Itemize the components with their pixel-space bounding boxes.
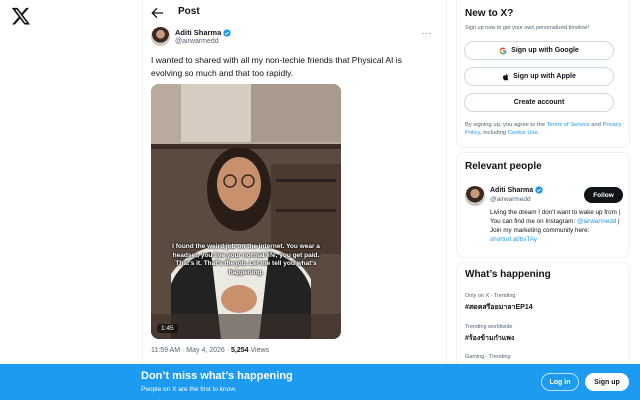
relevant-person-bio: Living the dream I don't want to wake up…	[490, 208, 626, 244]
video-duration: 1:45	[157, 324, 178, 333]
author-name-row[interactable]: Aditi Sharma	[175, 28, 231, 37]
view-count: 5,254	[231, 347, 249, 354]
google-signup-label: Sign up with Google	[511, 47, 579, 54]
relevant-person-name-row[interactable]: Aditi Sharma	[490, 186, 543, 194]
tweet-meta: 11:59 AM · May 4, 2026 · 5,254 Views	[151, 347, 269, 354]
bio-instagram-link[interactable]: @airwarmedd	[577, 218, 616, 225]
trend-item[interactable]: #สดคสรีอยมาลาEP14	[465, 302, 533, 313]
relevant-person-name[interactable]: Aditi Sharma	[490, 187, 533, 194]
author-name[interactable]: Aditi Sharma	[175, 28, 221, 37]
new-to-x-card: New to X? Sign up now to get your own pe…	[456, 0, 630, 148]
terms-text: .	[537, 130, 540, 136]
terms-of-service-link[interactable]: Terms of Service	[546, 122, 589, 128]
tweet-timestamp[interactable]: 11:59 AM · May 4, 2026 ·	[151, 347, 231, 354]
video-player[interactable]: I found the weird job on the internet. Y…	[151, 84, 341, 339]
terms-text: and	[589, 122, 603, 128]
x-logo-icon[interactable]	[11, 6, 31, 26]
trend-context: Gaming · Trending	[465, 354, 511, 360]
bio-community-link[interactable]: shorturl.at/bsTAy	[490, 236, 537, 243]
follow-button[interactable]: Follow	[584, 187, 623, 203]
author-avatar[interactable]	[151, 27, 170, 46]
whats-happening-title: What’s happening	[465, 269, 551, 280]
tweet-text: I wanted to shared with all my non-techi…	[151, 55, 402, 78]
cookie-use-link[interactable]: Cookie Use	[508, 130, 538, 136]
left-nav	[0, 0, 142, 400]
login-button[interactable]: Log in	[541, 373, 579, 391]
author-handle[interactable]: @airwarmedd	[175, 38, 219, 45]
banner-subtitle: People on X are the first to know.	[141, 386, 237, 393]
terms-text: By signing up, you agree to the	[465, 122, 547, 128]
relevant-people-card: Relevant people Aditi Sharma @airwarmedd…	[456, 152, 630, 258]
post-header: Post	[143, 0, 446, 26]
relevant-people-title: Relevant people	[465, 161, 542, 172]
signup-button[interactable]: Sign up	[585, 373, 629, 391]
video-frame	[151, 84, 341, 339]
apple-signup-button[interactable]: Sign up with Apple	[464, 67, 614, 86]
relevant-person-handle[interactable]: @airwarmedd	[490, 196, 531, 203]
trend-context: Only on X · Trending	[465, 293, 516, 299]
google-icon	[499, 47, 507, 54]
create-account-button[interactable]: Create account	[464, 93, 614, 112]
terms-text: , including	[480, 130, 508, 136]
verified-badge-icon	[535, 186, 543, 194]
new-to-x-subtitle: Sign up now to get your own personalized…	[465, 25, 590, 31]
trend-context: Trending worldwide	[465, 324, 513, 330]
trend-item[interactable]: #ร้องข้ามกำแพง	[465, 333, 514, 344]
page-title: Post	[178, 6, 200, 17]
back-arrow-icon[interactable]	[149, 5, 165, 21]
new-to-x-title: New to X?	[465, 8, 514, 19]
banner-title: Don’t miss what’s happening	[141, 370, 293, 382]
apple-signup-label: Sign up with Apple	[513, 73, 576, 80]
video-caption: I found the weird job on the internet. Y…	[172, 243, 320, 276]
more-options-icon[interactable]: ···	[422, 28, 433, 38]
avatar[interactable]	[465, 186, 485, 206]
signup-terms: By signing up, you agree to the Terms of…	[465, 121, 625, 137]
right-sidebar: New to X? Sign up now to get your own pe…	[456, 0, 640, 400]
verified-badge-icon	[223, 28, 231, 37]
apple-icon	[503, 73, 509, 80]
views-label: Views	[248, 347, 270, 354]
google-signup-button[interactable]: Sign up with Google	[464, 41, 614, 60]
signup-banner: Don’t miss what’s happening People on X …	[0, 364, 640, 400]
post-column: Post Aditi Sharma @airwarmedd ··· I want…	[142, 0, 447, 400]
